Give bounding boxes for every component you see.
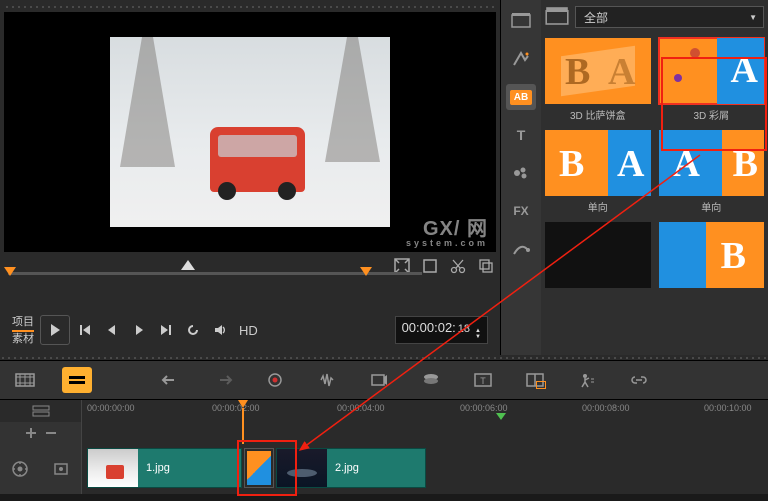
marker-icon[interactable] [364,367,394,393]
redo-icon[interactable] [208,367,238,393]
motion-icon[interactable] [572,367,602,393]
library-panel: AB T FX 全部 BA 3D 比萨饼盒 A 3D 彩屑 [500,0,768,355]
watermark: GX/ 网 system.com [406,219,488,248]
link-icon[interactable] [624,367,654,393]
timecode-display[interactable]: 00:00:02:18 ▲▼ [395,316,488,344]
transitions-category-icon[interactable]: AB [506,84,536,110]
track-toggle-icon[interactable] [32,404,50,418]
transition-item[interactable]: A 3D 彩屑 [659,38,765,122]
titles-category-icon[interactable]: T [506,122,536,148]
go-start-button[interactable] [73,318,97,342]
scrub-playhead[interactable] [181,260,195,270]
transition-item[interactable]: AB 单向 [659,130,765,214]
timeline-toolbar: T [0,360,768,400]
timeline-section: T 00:00:00:00 00:00:02:00 00:00:04:00 00… [0,355,768,494]
timeline-view-icon[interactable] [62,367,92,393]
material-tab[interactable]: 素材 [12,332,34,346]
effects-category-icon[interactable] [506,46,536,72]
clip[interactable]: 1.jpg [87,448,242,488]
prev-frame-button[interactable] [100,318,124,342]
transition-item[interactable]: B [659,222,765,291]
media-category-icon[interactable] [506,8,536,34]
panel-grip[interactable] [4,4,496,10]
play-button[interactable] [40,315,70,345]
transitions-grid: BA 3D 比萨饼盒 A 3D 彩屑 BA 单向 AB 单向 [545,38,764,291]
split-icon[interactable] [520,367,550,393]
storyboard-view-icon[interactable] [10,367,40,393]
preview-viewport[interactable]: GX/ 网 system.com [4,12,496,252]
clip[interactable]: 2.jpg [276,448,426,488]
volume-button[interactable] [208,318,232,342]
layers-icon[interactable] [416,367,446,393]
add-track-icon[interactable] [24,426,38,440]
graphics-category-icon[interactable] [506,160,536,186]
video-track[interactable]: 1.jpg 2.jpg [82,444,768,494]
transition-item[interactable] [545,222,651,291]
audio-mixer-icon[interactable] [312,367,342,393]
transition-item[interactable]: BA 单向 [545,130,651,214]
path-category-icon[interactable] [506,236,536,262]
video-track-header[interactable] [0,444,82,494]
go-end-button[interactable] [154,318,178,342]
lock-icon[interactable] [52,460,70,478]
svg-text:T: T [517,127,526,143]
source-tabs[interactable]: 项目 素材 [12,315,34,346]
gallery-icon[interactable] [545,7,569,27]
preview-panel: GX/ 网 system.com 项目 素材 [0,0,500,355]
svg-text:T: T [480,376,486,386]
record-icon[interactable] [260,367,290,393]
timeline-ruler[interactable]: 00:00:00:00 00:00:02:00 00:00:04:00 00:0… [0,400,768,422]
remove-track-icon[interactable] [44,426,58,440]
library-category-toolbar: AB T FX [501,0,541,355]
library-filter-dropdown[interactable]: 全部 [575,6,764,28]
transition-item[interactable]: BA 3D 比萨饼盒 [545,38,651,122]
project-tab[interactable]: 项目 [12,315,34,332]
scrub-bar[interactable] [8,258,492,288]
hd-label: HD [239,323,258,338]
timeline-playhead[interactable] [238,400,248,408]
undo-icon[interactable] [156,367,186,393]
next-frame-button[interactable] [127,318,151,342]
title-track-icon[interactable]: T [468,367,498,393]
loop-button[interactable] [181,318,205,342]
preview-image [110,37,390,227]
visibility-icon[interactable] [11,460,29,478]
transition-clip[interactable] [244,448,274,488]
fx-category-icon[interactable]: FX [506,198,536,224]
